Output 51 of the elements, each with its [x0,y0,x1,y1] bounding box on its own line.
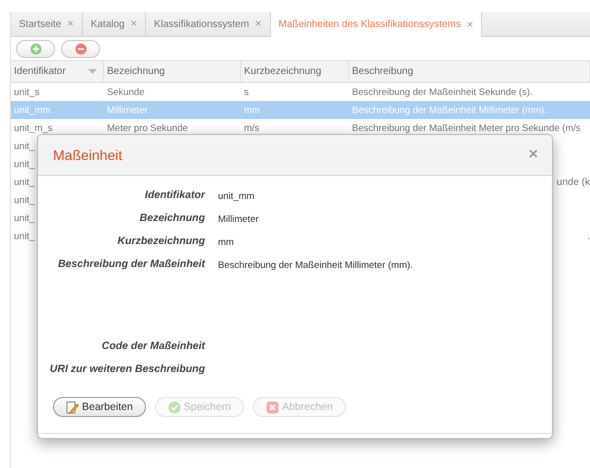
field-value: Beschreibung der Maßeinheit Millimeter (mm). [218,259,414,271]
dialog-title: Maßeinheit [53,147,122,163]
table-cell-text: unit_ [13,140,35,152]
tab[interactable]: Maßeinheiten des Klassifikationssystems × [270,12,482,37]
close-icon[interactable]: × [255,18,262,30]
table-cell-text: unit_mm [13,104,52,116]
close-icon[interactable]: × [528,146,538,164]
table-cell-text: unit_ [13,194,35,206]
field-value: Millimeter [218,213,260,225]
table-cell: unde (k [556,176,590,188]
tab[interactable]: Startseite × [11,12,83,36]
table-cell-text: unit_ [13,230,35,242]
check-icon [168,400,181,414]
table-cell: . [587,230,590,242]
remove-button[interactable] [61,40,100,58]
table-cell-text: unit_ [13,212,35,224]
column-header[interactable]: Bezeichnung [104,61,241,82]
plus-icon [30,43,42,55]
column-header[interactable]: Identifikator [11,61,104,82]
table-cell-text: unit_s [13,86,40,98]
field-label: Bezeichnung [138,211,206,225]
table-cell-text: Beschreibung der Maßeinheit Sekunde (s). [351,86,534,98]
field-label: URI zur weiteren Beschreibung [48,362,206,376]
table-cell-text: s [243,86,250,98]
edit-button[interactable]: Bearbeiten [53,397,146,417]
column-header[interactable]: Beschreibung [349,61,590,82]
table-cell-text: Beschreibung der Maßeinheit Meter pro Sekunde (m/s [351,122,582,134]
field-value: mm [218,236,235,248]
close-icon[interactable]: × [466,18,474,30]
cancel-icon [266,400,280,414]
column-header[interactable]: Kurzbezeichnung [241,61,349,82]
close-icon[interactable]: × [130,18,138,30]
pencil-icon [66,400,79,414]
table-cell-text: Beschreibung der Maßeinheit Millimeter (mm). [351,104,548,116]
minus-icon [74,43,86,55]
field-label: Identifikator [144,188,206,202]
field-label: Kurzbezeichnung [116,234,206,248]
table-cell-text: unit_ [13,158,35,170]
table-cell-text: unit_ [13,176,35,188]
field-label: Code der Maßeinheit [100,339,206,353]
close-icon[interactable]: × [67,18,74,30]
table-cell-text: m/s [243,122,260,134]
tab[interactable]: Katalog × [82,12,146,36]
table-cell-text: Millimeter [106,104,149,116]
table-cell-text: Meter pro Sekunde [106,122,189,134]
table-cell-text: Sekunde [106,86,146,98]
field-value: unit_mm [218,190,256,202]
add-button[interactable] [16,40,55,58]
table-cell-text: unit_m_s [13,122,54,134]
table-cell-text: mm [243,104,261,116]
field-label: Beschreibung der Maßeinheit [56,257,206,271]
